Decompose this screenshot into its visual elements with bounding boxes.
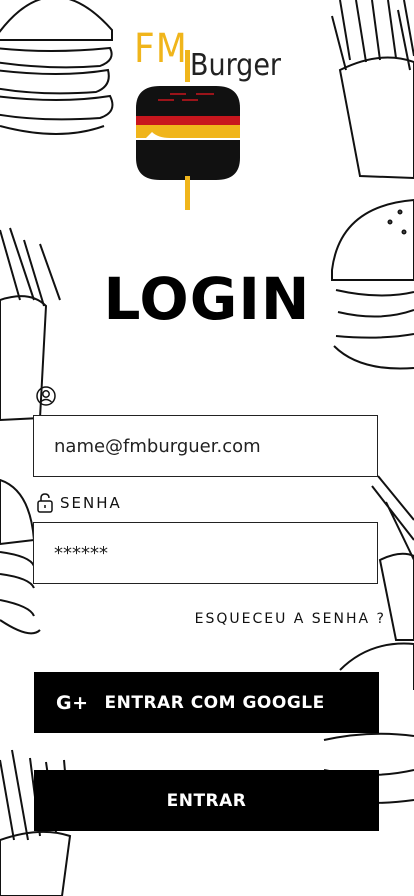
fries-doodle-top-right (331, 0, 414, 180)
email-field[interactable]: name@fmburguer.com (33, 415, 378, 477)
password-field[interactable]: ****** (33, 522, 378, 584)
page-title: LOGIN (103, 265, 311, 333)
email-label-row (36, 386, 56, 406)
password-label: SENHA (60, 494, 122, 512)
burger-doodle-top-left (0, 0, 114, 135)
email-value: name@fmburguer.com (54, 435, 261, 457)
enter-button[interactable]: ENTRAR (34, 770, 379, 831)
user-icon (36, 386, 56, 406)
google-login-button[interactable]: G+ ENTRAR COM GOOGLE (34, 672, 379, 733)
password-label-row: SENHA (36, 493, 122, 513)
forgot-password-link[interactable]: ESQUECEU A SENHA ? (195, 611, 386, 627)
burger-logo-icon (136, 50, 240, 210)
password-value: ****** (54, 542, 108, 564)
google-login-label: ENTRAR COM GOOGLE (104, 692, 325, 713)
lock-icon (37, 493, 53, 513)
enter-button-label: ENTRAR (166, 790, 247, 811)
google-plus-icon: G+ (56, 691, 89, 714)
